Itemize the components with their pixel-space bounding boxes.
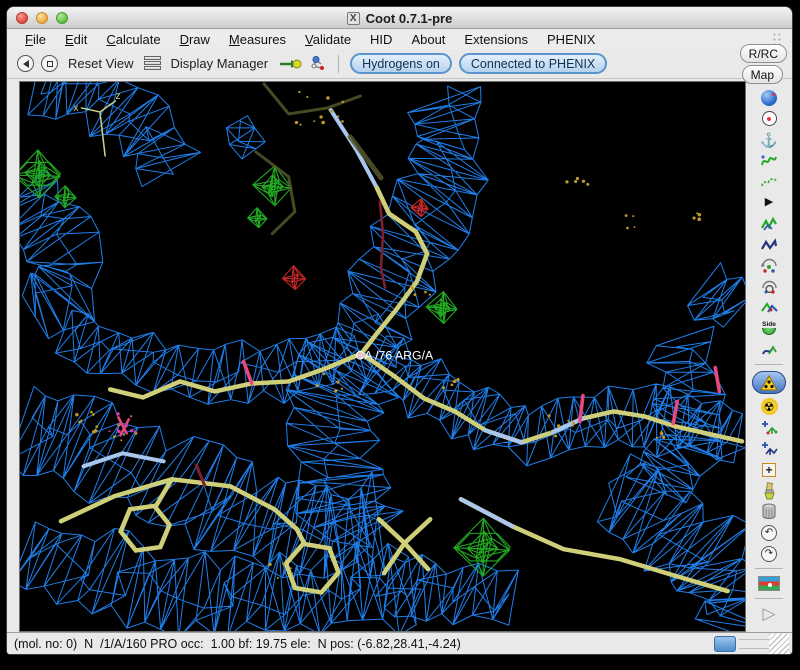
atom-status-text: (mol. no: 0) N /1/A/160 PRO occ: 1.00 bf…: [14, 636, 461, 651]
status-bar: (mol. no: 0) N /1/A/160 PRO occ: 1.00 bf…: [7, 632, 792, 654]
title-bar[interactable]: X Coot 0.7.1-pre: [7, 7, 792, 29]
regularize-icon[interactable]: [760, 174, 778, 190]
picked-atom-label: CA /76 ARG/A: [355, 349, 434, 363]
toolbar-separator: [338, 54, 340, 73]
axis-x-label: x: [73, 103, 78, 114]
stop-button[interactable]: [41, 55, 58, 72]
modelling-toolbar: ⚓ ▶ Side ☢ + ↶ ↷ ▷: [746, 81, 792, 632]
menu-calculate[interactable]: Calculate: [106, 32, 160, 47]
menu-bar: File Edit Calculate Draw Measures Valida…: [7, 29, 792, 49]
window-title-text: Coot 0.7.1-pre: [365, 10, 453, 26]
redo-icon[interactable]: ↷: [761, 545, 777, 562]
recentre-icon[interactable]: [761, 111, 777, 126]
main-toolbar: Reset View Display Manager Hydrogens on …: [7, 49, 792, 79]
rotate-translate-zone-icon[interactable]: [760, 215, 778, 232]
place-atom-icon[interactable]: +: [762, 462, 776, 477]
jiggle-fit-icon[interactable]: [760, 341, 779, 358]
side-chain-180-icon[interactable]: Side: [762, 321, 776, 336]
rtb-separator: [755, 364, 783, 365]
phenix-connection-button[interactable]: Connected to PHENIX: [458, 53, 608, 74]
undo-icon[interactable]: ↶: [761, 524, 777, 541]
coot-window: X Coot 0.7.1-pre File Edit Calculate Dra…: [6, 6, 793, 655]
menu-edit[interactable]: Edit: [65, 32, 87, 47]
status-scroll-thumb[interactable]: [714, 635, 736, 652]
flip-peptide-icon[interactable]: [760, 299, 779, 316]
add-terminal-residue-icon[interactable]: [760, 440, 779, 458]
paintbrush-icon[interactable]: [760, 481, 778, 500]
map-button[interactable]: Map: [741, 65, 783, 84]
menu-file[interactable]: File: [25, 32, 46, 47]
x11-app-icon: X: [346, 11, 360, 25]
real-space-refine-icon[interactable]: [760, 153, 778, 169]
molecule-icon[interactable]: [309, 55, 327, 73]
auto-fit-rotamer-icon[interactable]: [760, 237, 778, 253]
rtb-separator: [755, 568, 783, 569]
window-title: X Coot 0.7.1-pre: [7, 7, 792, 29]
radiation-triangle-icon: [760, 374, 778, 390]
add-alt-conf-icon[interactable]: [760, 419, 779, 437]
hydrogens-toggle-button[interactable]: Hydrogens on: [350, 53, 452, 74]
run-script-icon[interactable]: ▷: [762, 605, 775, 622]
rotamers-icon[interactable]: [760, 257, 779, 275]
back-view-button[interactable]: [17, 55, 34, 72]
window-resize-grip[interactable]: [769, 633, 789, 654]
delete-item-icon[interactable]: [761, 503, 777, 520]
menu-measures[interactable]: Measures: [229, 32, 286, 47]
anchor-icon[interactable]: ⚓: [760, 133, 777, 147]
half-disc-icon: [762, 328, 776, 336]
rrc-button[interactable]: R/RC: [739, 44, 787, 63]
menu-hid[interactable]: HID: [370, 32, 392, 47]
flag-icon[interactable]: [758, 576, 780, 591]
menu-validate[interactable]: Validate: [305, 32, 351, 47]
status-ridges: [739, 638, 769, 649]
rtb-separator: [755, 598, 783, 599]
simple-mutate-icon[interactable]: ☢: [760, 398, 778, 415]
menu-about[interactable]: About: [411, 32, 445, 47]
axis-z-label: z: [115, 91, 120, 102]
3d-density-canvas[interactable]: x z CA /76 ARG/A: [20, 82, 745, 631]
pointer-triangle-icon[interactable]: ▶: [765, 197, 773, 208]
display-manager-icon: [143, 56, 161, 71]
back-arrow-icon: [22, 59, 29, 68]
menu-draw[interactable]: Draw: [180, 32, 210, 47]
sphere-refine-icon[interactable]: [761, 89, 777, 106]
canvas-frame: x z CA /76 ARG/A: [19, 81, 746, 632]
reset-view-button[interactable]: Reset View: [65, 56, 137, 71]
edit-chi-angles-icon[interactable]: [760, 278, 779, 296]
main-area: x z CA /76 ARG/A ⚓ ▶ Side ☢ + ↶ ↷ ▷: [7, 79, 792, 632]
active-mutate-tool-button[interactable]: [752, 371, 786, 394]
display-manager-button[interactable]: Display Manager: [168, 56, 272, 71]
menu-phenix[interactable]: PHENIX: [547, 32, 595, 47]
go-to-atom-icon[interactable]: [278, 56, 302, 72]
stop-icon: [46, 60, 53, 67]
menu-extensions[interactable]: Extensions: [464, 32, 528, 47]
